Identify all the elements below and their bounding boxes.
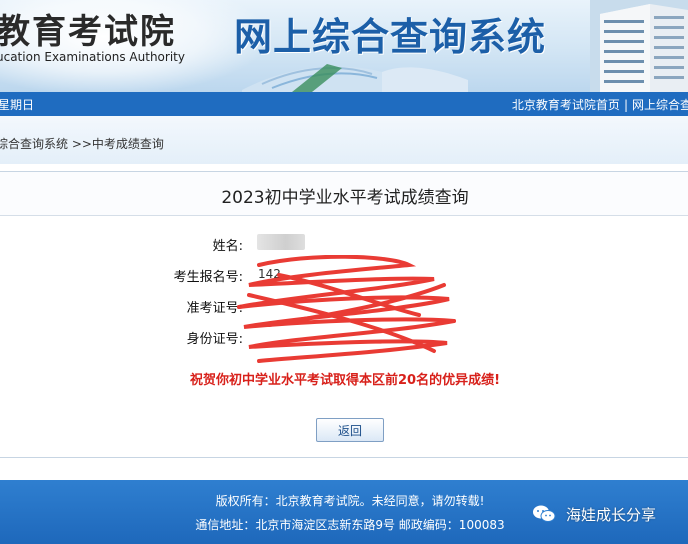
home-link[interactable]: 北京教育考试院首页 bbox=[512, 98, 620, 112]
wechat-icon bbox=[533, 505, 556, 522]
system-link[interactable]: 网上综合查 bbox=[632, 98, 688, 112]
page-title: 2023初中学业水平考试成绩查询 bbox=[221, 188, 469, 208]
org-name-en: ucation Examinations Authority bbox=[0, 50, 185, 64]
page: 教育考试院 ucation Examinations Authority 网上综… bbox=[0, 0, 688, 544]
nav-separator: | bbox=[623, 98, 628, 112]
card-title-row: 2023初中学业水平考试成绩查询 bbox=[0, 172, 688, 216]
score-result-card: 2023初中学业水平考试成绩查询 姓名: 考生报名号: 142 准考证号: 身份… bbox=[0, 171, 688, 458]
header-banner: 教育考试院 ucation Examinations Authority 网上综… bbox=[0, 0, 688, 92]
watermark-text: 海娃成长分享 bbox=[566, 506, 657, 524]
weekday-label: 星期日 bbox=[0, 98, 35, 112]
congratulations-message: 祝贺你初中学业水平考试取得本区前20名的优异成绩! bbox=[189, 373, 501, 388]
footer: 版权所有：北京教育考试院。未经同意，请勿转载! 通信地址：北京市海淀区志新东路9… bbox=[0, 480, 688, 544]
system-title: 网上综合查询系统 bbox=[234, 15, 547, 59]
name-label: 姓名: bbox=[212, 239, 243, 254]
breadcrumb-bar: 综合查询系统 >>中考成绩查询 bbox=[0, 116, 688, 164]
breadcrumb[interactable]: 综合查询系统 >>中考成绩查询 bbox=[0, 135, 164, 152]
building-image bbox=[590, 0, 688, 92]
org-name-cn: 教育考试院 bbox=[0, 12, 176, 52]
back-button[interactable]: 返回 bbox=[316, 418, 384, 442]
name-redaction bbox=[257, 234, 305, 250]
nav-links: 北京教育考试院首页 | 网上综合查 bbox=[512, 96, 688, 113]
top-nav-bar: 星期日 北京教育考试院首页 | 网上综合查 bbox=[0, 92, 688, 116]
red-redaction-scribble bbox=[237, 255, 456, 363]
